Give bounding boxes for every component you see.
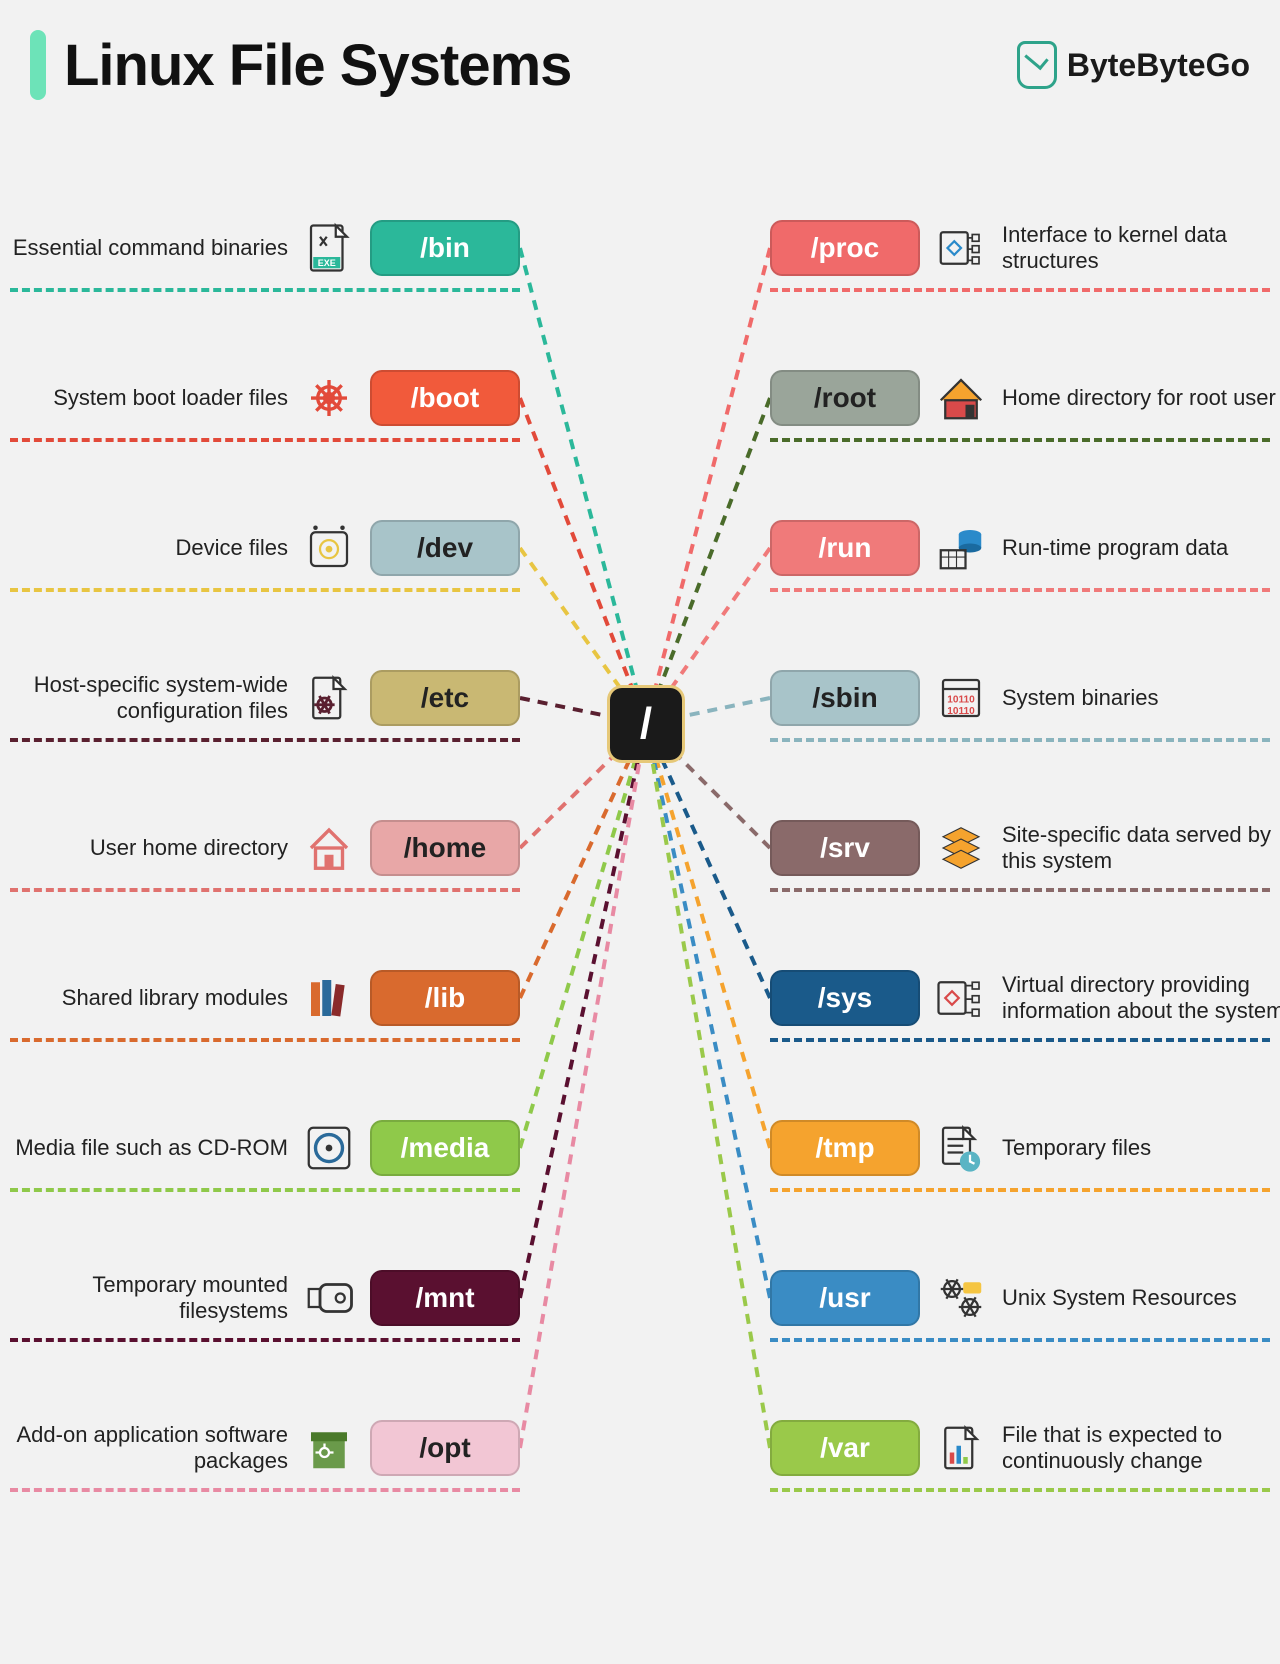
dir-badge-usr: /usr [770,1270,920,1326]
configfile-icon [302,671,356,725]
dir-desc: Virtual directory providing information … [1002,972,1280,1025]
chartfile-icon [934,1421,988,1475]
brand-text: ByteByteGo [1067,47,1250,84]
row-opt: /opt Add-on application software package… [0,1420,520,1476]
row-sbin: /sbin 1011010110 System binaries [770,670,1280,726]
stack-icon [934,821,988,875]
dir-desc: Home directory for root user [1002,385,1276,411]
row-home: /home User home directory [0,820,520,876]
row-media: /media Media file such as CD-ROM [0,1120,520,1176]
house-icon [302,821,356,875]
gear-icon [302,371,356,425]
row-bin: /bin EXE Essential command binaries [0,220,520,276]
kernel-icon [934,221,988,275]
device-icon [302,521,356,575]
tmp-icon [934,1121,988,1175]
dir-badge-mnt: /mnt [370,1270,520,1326]
dir-badge-media: /media [370,1120,520,1176]
svg-text:10110: 10110 [947,706,975,717]
dir-badge-sbin: /sbin [770,670,920,726]
dir-desc: System binaries [1002,685,1159,711]
dir-desc: Host-specific system-wide configuration … [0,672,288,725]
binary-icon: 1011010110 [934,671,988,725]
row-root: /root Home directory for root user [770,370,1280,426]
dir-desc: Temporary mounted filesystems [0,1272,288,1325]
exe-icon: EXE [302,221,356,275]
root-label: / [640,699,652,749]
row-mnt: /mnt Temporary mounted filesystems [0,1270,520,1326]
dir-badge-srv: /srv [770,820,920,876]
dir-badge-opt: /opt [370,1420,520,1476]
dir-badge-home: /home [370,820,520,876]
dir-desc: Essential command binaries [13,235,288,261]
dir-badge-run: /run [770,520,920,576]
row-tmp: /tmp Temporary files [770,1120,1280,1176]
row-proc: /proc Interface to kernel data structure… [770,220,1280,276]
gears-icon [934,1271,988,1325]
dir-badge-sys: /sys [770,970,920,1026]
dir-desc: System boot loader files [53,385,288,411]
dir-badge-proc: /proc [770,220,920,276]
package-icon [302,1421,356,1475]
disc-icon [302,1121,356,1175]
dir-desc: File that is expected to continuously ch… [1002,1422,1280,1475]
dir-badge-etc: /etc [370,670,520,726]
title-wrap: Linux File Systems [30,30,571,100]
brand-logo: ByteByteGo [1017,41,1250,89]
row-boot: /boot System boot loader files [0,370,520,426]
dir-desc: Temporary files [1002,1135,1151,1161]
row-etc: /etc Host-specific system-wide configura… [0,670,520,726]
dir-desc: Site-specific data served by this system [1002,822,1280,875]
dir-desc: Shared library modules [62,985,288,1011]
svg-text:10110: 10110 [947,695,975,706]
row-dev: /dev Device files [0,520,520,576]
dir-desc: Add-on application software packages [0,1422,288,1475]
row-srv: /srv Site-specific data served by this s… [770,820,1280,876]
dir-badge-var: /var [770,1420,920,1476]
usb-icon [302,1271,356,1325]
dir-desc: Run-time program data [1002,535,1228,561]
svg-text:EXE: EXE [318,258,336,268]
dir-desc: Media file such as CD-ROM [15,1135,288,1161]
row-var: /var File that is expected to continuous… [770,1420,1280,1476]
dir-desc: Unix System Resources [1002,1285,1237,1311]
page-title: Linux File Systems [64,32,571,99]
row-lib: /lib Shared library modules [0,970,520,1026]
house2-icon [934,371,988,425]
brand-icon [1017,41,1057,89]
row-sys: /sys Virtual directory providing informa… [770,970,1280,1026]
root-node: / [610,688,682,760]
header: Linux File Systems ByteByteGo [30,30,1250,100]
runtime-icon [934,521,988,575]
dir-desc: Interface to kernel data structures [1002,222,1280,275]
dir-desc: Device files [176,535,288,561]
dir-badge-tmp: /tmp [770,1120,920,1176]
dir-badge-boot: /boot [370,370,520,426]
dir-badge-root: /root [770,370,920,426]
sysinfo-icon [934,971,988,1025]
dir-desc: User home directory [90,835,288,861]
dir-badge-dev: /dev [370,520,520,576]
row-usr: /usr Unix System Resources [770,1270,1280,1326]
title-accent-bar [30,30,46,100]
dir-badge-lib: /lib [370,970,520,1026]
books-icon [302,971,356,1025]
row-run: /run Run-time program data [770,520,1280,576]
dir-badge-bin: /bin [370,220,520,276]
